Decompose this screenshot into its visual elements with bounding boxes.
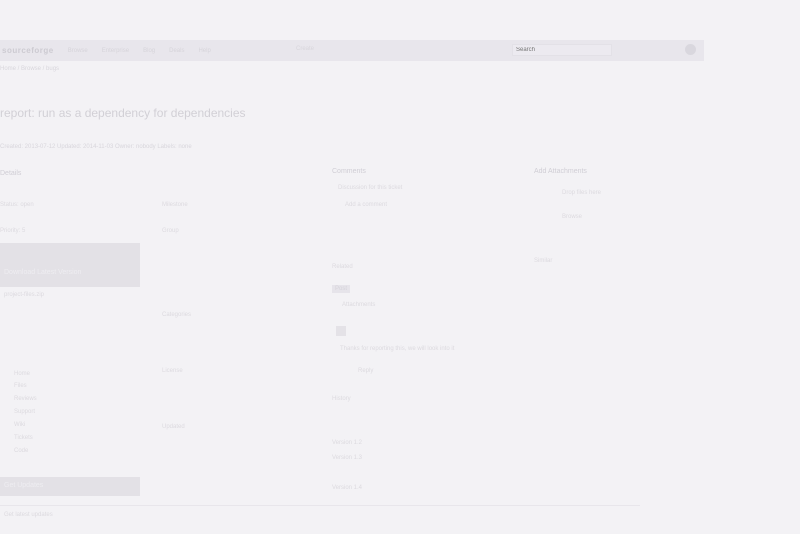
page-title: report: run as a dependency for dependen… <box>0 106 246 120</box>
nav-item-blog[interactable]: Blog <box>143 48 155 54</box>
create-link[interactable]: Create <box>296 46 314 52</box>
history-item-1[interactable]: Version 1.2 <box>332 440 362 446</box>
nav-item-browse[interactable]: Browse <box>68 48 88 54</box>
attachments-label[interactable]: Attachments <box>342 302 375 308</box>
footer-text: Get latest updates <box>4 512 53 518</box>
similar-section-label: Similar <box>534 258 553 264</box>
sidebar-link-reviews[interactable]: Reviews <box>14 396 37 402</box>
comments-line-2[interactable]: Add a comment <box>345 202 387 208</box>
field-value-milestone: Milestone <box>162 202 188 208</box>
brand-logo[interactable]: sourceforge <box>2 46 54 55</box>
left-column-header: Details <box>0 170 22 177</box>
field-value-group: Group <box>162 228 179 234</box>
nav-item-enterprise[interactable]: Enterprise <box>102 48 129 54</box>
sidebar-link-home[interactable]: Home <box>14 371 30 377</box>
sidebar-link-support[interactable]: Support <box>14 409 35 415</box>
mid-item-license: License <box>162 368 183 374</box>
search-input[interactable] <box>512 44 612 56</box>
breadcrumb[interactable]: Home / Browse / bugs <box>0 66 59 72</box>
sidebar-link-files[interactable]: Files <box>14 383 27 389</box>
history-section-label: History <box>332 396 351 402</box>
get-updates-title: Get Updates <box>4 482 44 489</box>
mid-item-updated: Updated <box>162 424 185 430</box>
footer-divider <box>0 505 640 506</box>
comments-line-1: Discussion for this ticket <box>338 185 403 191</box>
comment-text-1: Thanks for reporting this, we will look … <box>340 346 455 352</box>
sidebar-link-tickets[interactable]: Tickets <box>14 435 33 441</box>
nav-item-deals[interactable]: Deals <box>169 48 184 54</box>
avatar <box>336 326 346 336</box>
download-box[interactable]: Download Latest Version <box>0 243 140 287</box>
history-item-2[interactable]: Version 1.3 <box>332 455 362 461</box>
related-section-label: Related <box>332 264 353 270</box>
user-icon[interactable] <box>685 44 696 55</box>
top-navigation-bar: sourceforge Browse Enterprise Blog Deals… <box>0 40 704 61</box>
right-column-header: Add Attachments <box>534 168 587 175</box>
field-label-status: Status: open <box>0 202 34 208</box>
page-subtitle: Created: 2013-07-12 Updated: 2014-11-03 … <box>0 144 192 150</box>
download-file-name[interactable]: project-files.zip <box>4 292 44 298</box>
nav-item-help[interactable]: Help <box>198 48 210 54</box>
field-label-priority: Priority: 5 <box>0 228 26 234</box>
get-updates-box[interactable]: Get Updates <box>0 477 140 496</box>
download-box-title: Download Latest Version <box>4 269 82 276</box>
history-item-3[interactable]: Version 1.4 <box>332 485 362 491</box>
center-column-header: Comments <box>332 168 366 175</box>
sidebar-link-code[interactable]: Code <box>14 448 28 454</box>
browse-files-link[interactable]: Browse <box>562 214 582 220</box>
dropzone-text[interactable]: Drop files here <box>562 190 601 196</box>
mid-item-categories: Categories <box>162 312 192 318</box>
sidebar-link-wiki[interactable]: Wiki <box>14 422 25 428</box>
post-button[interactable]: Post <box>332 285 351 293</box>
comment-reply-link[interactable]: Reply <box>358 368 373 374</box>
